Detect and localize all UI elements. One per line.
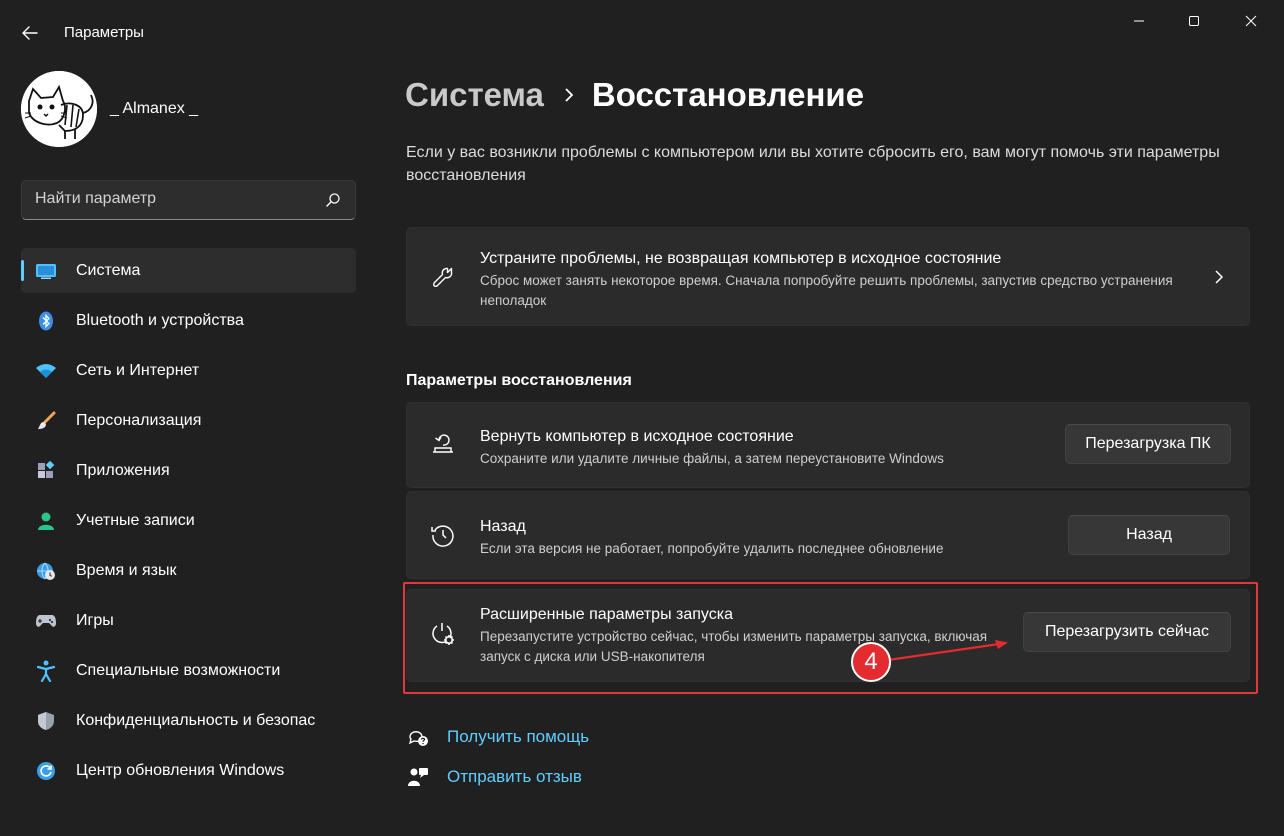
reset-pc-card: Вернуть компьютер в исходное состояние С… [406,402,1250,488]
sidebar-item-windows-update[interactable]: Центр обновления Windows [21,748,356,793]
apps-icon [35,460,57,482]
link-label: Отправить отзыв [447,767,582,786]
sidebar-item-time-language[interactable]: Время и язык [21,548,356,593]
wrench-icon [429,263,457,291]
sidebar-item-label: Персонализация [76,412,202,429]
send-feedback-link[interactable]: Отправить отзыв [406,765,582,789]
page-description: Если у вас возникли проблемы с компьютер… [406,144,1220,184]
gamepad-icon [35,610,57,632]
shield-icon [35,710,57,732]
sidebar-item-label: Система [76,262,141,279]
card-subtitle: Сброс может занять некоторое время. Снач… [480,273,1173,308]
system-display-icon [35,260,57,282]
sidebar-item-label: Конфиденциальность и безопас [76,712,316,729]
sidebar-item-bluetooth[interactable]: Bluetooth и устройства [21,298,356,343]
troubleshoot-card[interactable]: Устраните проблемы, не возвращая компьют… [406,227,1250,326]
wifi-icon [35,360,57,382]
arrow-left-icon [22,26,38,40]
power-settings-icon [429,620,457,648]
sidebar-item-accounts[interactable]: Учетные записи [21,498,356,543]
accessibility-icon [35,660,57,682]
update-icon [35,760,57,782]
minimize-icon [1134,20,1144,22]
card-title: Устраните проблемы, не возвращая компьют… [480,250,1002,267]
annotation-arrow [887,640,1008,662]
avatar [21,71,97,147]
sidebar-item-label: Время и язык [76,562,177,579]
get-help-link[interactable]: Получить помощь [406,725,589,749]
user-icon [35,510,57,532]
sidebar-item-gaming[interactable]: Игры [21,598,356,643]
sidebar-item-label: Специальные возможности [76,662,281,679]
breadcrumb-parent[interactable]: Система [405,76,544,114]
advanced-startup-card: Расширенные параметры запуска Перезапуст… [406,589,1250,682]
card-subtitle: Сохраните или удалите личные файлы, а за… [480,451,944,466]
sidebar-item-privacy[interactable]: Конфиденциальность и безопас [21,698,356,743]
sidebar-item-network[interactable]: Сеть и Интернет [21,348,356,393]
sidebar-item-label: Учетные записи [76,512,195,529]
title-bar: Параметры [0,0,1284,62]
go-back-card: Назад Если эта версия не работает, попро… [406,491,1250,579]
reset-pc-icon [429,431,457,459]
chevron-right-icon [1211,269,1227,285]
section-title: Параметры восстановления [406,372,632,389]
search-icon[interactable] [325,192,341,213]
sidebar-item-system[interactable]: Система [21,248,356,293]
search-box[interactable] [21,180,356,220]
page-title: Восстановление [591,76,865,113]
go-back-button[interactable]: Назад [1068,515,1230,555]
app-title: Параметры [64,24,144,41]
bluetooth-icon [35,310,57,332]
user-name: _ Almanex _ [110,100,199,117]
brush-icon [35,410,57,432]
sidebar-item-label: Bluetooth и устройства [76,312,244,329]
breadcrumb: Система Восстановление [405,76,864,114]
card-title: Расширенные параметры запуска [480,606,733,623]
card-title: Вернуть компьютер в исходное состояние [480,428,794,445]
maximize-button[interactable] [1171,6,1217,36]
globe-clock-icon [35,560,57,582]
close-icon [1245,15,1257,27]
sidebar-item-label: Приложения [76,462,170,479]
card-title: Назад [480,518,526,535]
back-button[interactable] [14,18,46,48]
sidebar-item-label: Сеть и Интернет [76,362,200,379]
card-subtitle: Если эта версия не работает, попробуйте … [480,541,944,556]
close-button[interactable] [1228,6,1274,36]
search-input[interactable] [35,190,325,208]
sidebar-item-apps[interactable]: Приложения [21,448,356,493]
cat-avatar-icon [21,71,97,147]
maximize-icon [1189,16,1199,26]
link-label: Получить помощь [447,727,590,746]
step-number-badge: 4 [851,642,891,682]
sidebar-item-personalization[interactable]: Персонализация [21,398,356,443]
user-profile[interactable]: _ Almanex _ [21,71,198,147]
sidebar-item-accessibility[interactable]: Специальные возможности [21,648,356,693]
restart-now-button[interactable]: Перезагрузить сейчас [1023,612,1231,652]
history-icon [429,521,457,549]
sidebar-item-label: Игры [76,612,114,629]
minimize-button[interactable] [1116,6,1162,36]
sidebar-item-label: Центр обновления Windows [76,762,285,779]
help-icon [406,725,430,749]
chevron-right-icon [564,87,574,103]
sidebar-nav: Система Bluetooth и устройства Сеть и Ин… [21,248,356,798]
reset-pc-button[interactable]: Перезагрузка ПК [1065,424,1231,464]
active-indicator [21,260,24,281]
feedback-icon [406,765,430,789]
